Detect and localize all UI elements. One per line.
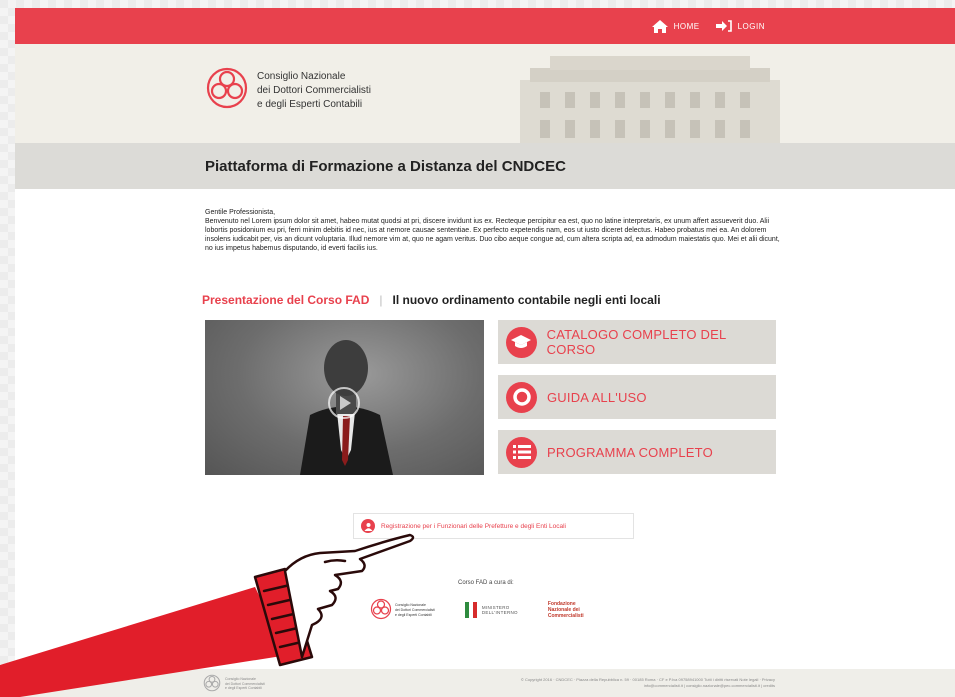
user-icon [361, 519, 375, 533]
logo-line3: e degli Esperti Contabili [257, 98, 363, 110]
ministero-line2: DELL'INTERNO [481, 610, 518, 615]
home-icon [651, 19, 668, 33]
cndcec-emblem-icon [203, 674, 221, 694]
registration-link[interactable]: Registrazione per i Funzionari delle Pre… [353, 513, 634, 539]
cndcec-emblem-icon [205, 66, 249, 115]
login-icon [715, 20, 732, 32]
login-link[interactable]: LOGIN [715, 20, 765, 32]
course-label: Presentazione del Corso FAD [202, 293, 370, 307]
top-nav: HOME LOGIN [651, 8, 765, 44]
italian-flag-icon [464, 602, 477, 618]
course-name: Il nuovo ordinamento contabile negli ent… [392, 293, 661, 307]
program-label: PROGRAMMA COMPLETO [547, 444, 713, 460]
guide-button[interactable]: GUIDA ALL'USO [498, 375, 776, 419]
partner-logos: Consiglio Nazionale dei Dottori Commerci… [370, 598, 584, 622]
action-list: CATALOGO COMPLETO DEL CORSO GUIDA ALL'US… [498, 320, 776, 485]
fondazione-line3: Commercialisti [547, 613, 584, 619]
life-ring-icon [506, 381, 537, 413]
footer-logo-line3: e degli Esperti Contabili [225, 686, 262, 690]
registration-label: Registrazione per i Funzionari delle Pre… [381, 522, 566, 530]
footer-copyright: © Copyright 2016 · CNDCEC · Piazza della… [415, 677, 775, 689]
cndcec-logo[interactable]: Consiglio Nazionale dei Dottori Commerci… [205, 66, 371, 115]
program-button[interactable]: PROGRAMMA COMPLETO [498, 430, 776, 474]
login-label: LOGIN [737, 21, 765, 31]
play-icon[interactable] [327, 386, 361, 425]
catalog-label: CATALOGO COMPLETO DEL CORSO [546, 327, 726, 357]
logo-line1: Consiglio Nazionale [257, 70, 346, 82]
cndcec-emblem-icon [370, 598, 392, 622]
intro-greeting: Gentile Professionista, [205, 209, 276, 216]
footer-line2[interactable]: info@commercialisti.it | consiglio.nazio… [415, 683, 775, 689]
intro-body: Benvenuto nel Lorem ipsum dolor sit amet… [205, 218, 780, 252]
course-separator: | [379, 293, 383, 307]
home-label: HOME [673, 21, 700, 31]
partner-ministero[interactable]: MINISTERO DELL'INTERNO [464, 602, 518, 618]
home-link[interactable]: HOME [651, 19, 700, 33]
intro-text: Gentile Professionista, Benvenuto nel Lo… [205, 208, 780, 253]
logo-text: Consiglio Nazionale dei Dottori Commerci… [257, 70, 371, 112]
footer: Consiglio Nazionale dei Dottori Commerci… [15, 669, 955, 697]
list-icon [506, 436, 537, 468]
video-player[interactable] [205, 320, 484, 475]
guide-label: GUIDA ALL'USO [547, 389, 647, 405]
catalog-button[interactable]: CATALOGO COMPLETO DEL CORSO [498, 320, 776, 364]
page: HOME LOGIN Consiglio Nazionale dei Dotto… [15, 8, 955, 697]
course-heading: Presentazione del Corso FAD | Il nuovo o… [202, 293, 661, 307]
partner-cndcec-line2: dei Dottori Commercialisti [395, 607, 435, 612]
graduation-cap-icon [506, 326, 537, 358]
top-bar: HOME LOGIN [15, 8, 955, 44]
logo-line2: dei Dottori Commercialisti [257, 84, 371, 96]
partner-cndcec-line3: e degli Esperti Contabili [395, 612, 432, 617]
partner-cndcec[interactable]: Consiglio Nazionale dei Dottori Commerci… [370, 598, 435, 622]
footer-logo[interactable]: Consiglio Nazionale dei Dottori Commerci… [203, 674, 265, 694]
partner-fondazione[interactable]: Fondazione Nazionale dei Commercialisti [548, 601, 584, 619]
title-bar: Piattaforma di Formazione a Distanza del… [15, 143, 955, 189]
building-illustration [520, 56, 780, 143]
site-header: Consiglio Nazionale dei Dottori Commerci… [15, 44, 955, 143]
page-title: Piattaforma di Formazione a Distanza del… [205, 157, 566, 175]
curato-label: Corso FAD a cura di: [458, 580, 514, 586]
